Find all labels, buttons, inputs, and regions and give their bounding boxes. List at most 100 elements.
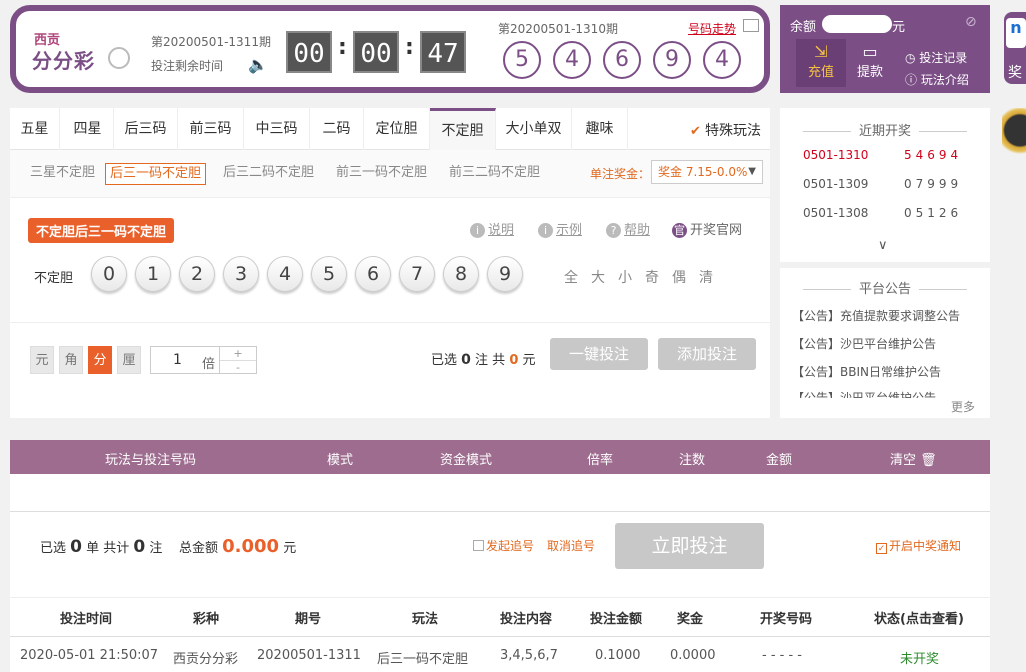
unit-fen[interactable]: 分 <box>88 346 112 374</box>
one-key-bet-button[interactable]: 一键投注 <box>550 338 648 370</box>
sum-prefix: 已选 <box>40 541 67 556</box>
unit-jiao[interactable]: 角 <box>59 346 83 374</box>
more-link[interactable]: 更多 <box>951 398 975 415</box>
draw-numbers: 07999 <box>904 177 963 191</box>
number-ball-1[interactable]: 1 <box>135 256 171 292</box>
clear-cart-button[interactable]: 清空 🗑 <box>890 449 937 468</box>
trend-link[interactable]: 号码走势 <box>688 20 736 37</box>
tab-two-code[interactable]: 二码 <box>310 108 364 150</box>
minus-icon[interactable]: - <box>220 360 256 374</box>
bet-now-button[interactable]: 立即投注 <box>615 523 764 569</box>
cancel-chase-link[interactable]: 取消追号 <box>547 537 595 554</box>
help-link[interactable]: ? 帮助 <box>606 219 650 238</box>
number-ball-9[interactable]: 9 <box>487 256 523 292</box>
multiplier-input[interactable]: 1倍 <box>150 346 220 374</box>
clear-label: 清空 <box>890 453 917 468</box>
order-summary: 已选 0 单 共计 0 注 总金额 0.000 元 发起追号 取消追号 立即投注… <box>10 512 990 598</box>
prize-select[interactable]: 奖金 7.15-0.0% ▼ <box>651 160 763 184</box>
sum-notes: 0 <box>133 537 146 557</box>
win-notify-checkbox[interactable]: ✓ 开启中奖通知 <box>876 537 961 554</box>
hist-prize: 0.0000 <box>670 648 716 663</box>
notice-item[interactable]: 【公告】充值提款要求调整公告 <box>792 307 960 324</box>
balance-unit: 元 <box>892 20 906 35</box>
side-promo-label: 奖 <box>1008 65 1022 81</box>
sum-note-unit: 注 <box>149 541 163 556</box>
notice-item[interactable]: 【公告】沙巴平台维护公告 <box>792 335 936 352</box>
chase-checkbox[interactable]: 发起追号 <box>473 537 534 554</box>
tab-big-small[interactable]: 大小单双 <box>496 108 572 150</box>
cart-body <box>10 474 990 512</box>
unit-li[interactable]: 厘 <box>117 346 141 374</box>
subtab-three-star[interactable]: 三星不定胆 <box>26 163 99 185</box>
quick-odd[interactable]: 奇 <box>645 267 659 287</box>
tab-fun[interactable]: 趣味 <box>572 108 628 150</box>
sel-mid: 注 共 <box>475 353 506 368</box>
subtab-first3-one[interactable]: 前三一码不定胆 <box>332 163 431 185</box>
withdraw-button[interactable]: ▭ 提款 <box>850 43 890 81</box>
number-ball-4[interactable]: 4 <box>267 256 303 292</box>
total-amount: 0.000 <box>222 536 280 557</box>
explain-link[interactable]: i 说明 <box>470 219 514 238</box>
number-ball-3[interactable]: 3 <box>223 256 259 292</box>
recharge-button[interactable]: ⇲ 充值 <box>796 39 846 87</box>
number-ball-5[interactable]: 5 <box>311 256 347 292</box>
cart-header: 玩法与投注号码 模式 资金模式 倍率 注数 金额 清空 🗑 <box>10 440 990 474</box>
tab-five-star[interactable]: 五星 <box>10 108 60 150</box>
draw-ball: 4 <box>703 41 741 79</box>
hist-col-content: 投注内容 <box>500 612 553 627</box>
prize-label: 单注奖金： <box>590 167 651 181</box>
number-ball-6[interactable]: 6 <box>355 256 391 292</box>
subtab-first3-two[interactable]: 前三二码不定胆 <box>445 163 544 185</box>
tab-first-three[interactable]: 前三码 <box>178 108 244 150</box>
subtab-last3-two[interactable]: 后三二码不定胆 <box>219 163 318 185</box>
add-bet-button[interactable]: 添加投注 <box>658 338 756 370</box>
quick-clear[interactable]: 清 <box>699 267 713 287</box>
hist-content: 3,4,5,6,7 <box>500 648 558 663</box>
trend-chart-icon[interactable] <box>743 19 759 32</box>
quick-even[interactable]: 偶 <box>672 267 686 287</box>
betting-panel: 五星 四星 后三码 前三码 中三码 二码 定位胆 不定胆 大小单双 趣味 ✔ 特… <box>10 108 770 418</box>
official-site-link[interactable]: 官开奖官网 <box>672 219 742 238</box>
number-ball-2[interactable]: 2 <box>179 256 215 292</box>
draw-ball: 5 <box>503 41 541 79</box>
number-ball-7[interactable]: 7 <box>399 256 435 292</box>
notice-item[interactable]: 【公告】沙巴平台维护公告 <box>792 389 936 398</box>
check-circle-icon: ✔ <box>690 124 706 139</box>
draw-period: 0501-1308 <box>803 206 869 220</box>
recent-draws-panel: 近期开奖 0501-1310 54694 0501-1309 07999 050… <box>780 108 990 262</box>
quick-all[interactable]: 全 <box>564 267 578 287</box>
subtab-last3-one[interactable]: 后三一码不定胆 <box>105 163 207 185</box>
info-icon: i <box>538 223 553 238</box>
number-ball-8[interactable]: 8 <box>443 256 479 292</box>
sum-unit: 单 共计 <box>86 541 130 556</box>
tab-four-star[interactable]: 四星 <box>62 108 114 150</box>
notice-title: 平台公告 <box>780 278 990 297</box>
tab-last-three[interactable]: 后三码 <box>114 108 178 150</box>
special-play-toggle[interactable]: ✔ 特殊玩法 <box>690 120 761 140</box>
draw-period: 0501-1310 <box>803 148 869 162</box>
bet-records-link[interactable]: ◷ 投注记录 <box>905 49 967 66</box>
plus-icon[interactable]: + <box>220 347 256 360</box>
unit-yuan[interactable]: 元 <box>30 346 54 374</box>
summary-text: 已选 0 单 共计 0 注 总金额 0.000 元 <box>40 536 296 557</box>
example-link[interactable]: i 示例 <box>538 219 582 238</box>
notice-item[interactable]: 【公告】BBIN日常维护公告 <box>792 363 941 380</box>
number-ball-0[interactable]: 0 <box>91 256 127 292</box>
tab-non-position[interactable]: 不定胆 <box>430 108 496 150</box>
bet-records-label: 投注记录 <box>919 51 968 65</box>
play-tabs: 五星 四星 后三码 前三码 中三码 二码 定位胆 不定胆 大小单双 趣味 ✔ 特… <box>10 108 770 150</box>
hist-status-link[interactable]: 未开奖 <box>900 648 939 667</box>
side-brand-logo[interactable]: n <box>1006 18 1026 48</box>
multiplier-stepper[interactable]: + - <box>220 346 257 374</box>
tab-position[interactable]: 定位胆 <box>364 108 430 150</box>
side-medal-icon[interactable] <box>1002 108 1026 164</box>
quick-small[interactable]: 小 <box>618 267 632 287</box>
tab-middle-three[interactable]: 中三码 <box>244 108 310 150</box>
expand-chevron-icon[interactable]: ∨ <box>878 238 888 253</box>
rules-label: 玩法介绍 <box>920 73 969 87</box>
eye-hide-icon[interactable]: ⊘ <box>965 14 977 30</box>
speaker-icon[interactable]: 🔈 <box>248 55 268 75</box>
remain-label: 投注剩余时间 <box>151 59 224 73</box>
quick-big[interactable]: 大 <box>591 267 605 287</box>
rules-link[interactable]: ⓘ 玩法介绍 <box>905 71 969 88</box>
